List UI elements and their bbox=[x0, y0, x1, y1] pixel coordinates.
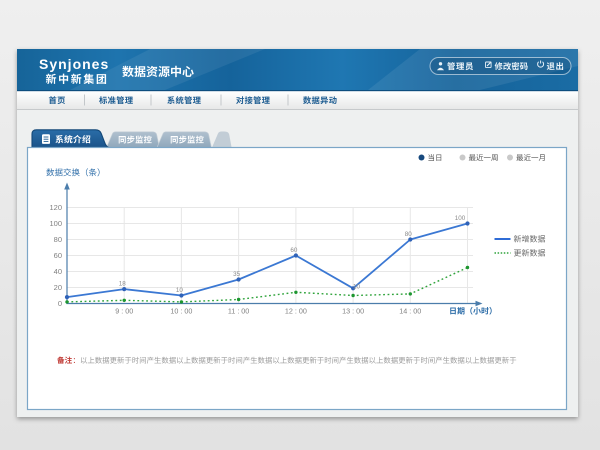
svg-text:10 : 00: 10 : 00 bbox=[170, 307, 192, 316]
svg-text:10: 10 bbox=[353, 283, 361, 290]
svg-text:100: 100 bbox=[49, 219, 62, 228]
svg-text:80: 80 bbox=[54, 235, 62, 244]
svg-text:18: 18 bbox=[119, 281, 127, 288]
svg-text:9 : 00: 9 : 00 bbox=[115, 307, 133, 316]
svg-text:10: 10 bbox=[176, 287, 184, 294]
svg-text:13 : 00: 13 : 00 bbox=[342, 307, 364, 316]
svg-text:35: 35 bbox=[233, 271, 241, 278]
svg-text:40: 40 bbox=[54, 267, 62, 276]
svg-text:60: 60 bbox=[54, 251, 62, 260]
svg-text:80: 80 bbox=[405, 231, 413, 238]
svg-text:0: 0 bbox=[58, 299, 62, 308]
svg-text:100: 100 bbox=[455, 215, 466, 222]
svg-text:120: 120 bbox=[49, 203, 62, 212]
svg-text:14 : 00: 14 : 00 bbox=[399, 307, 421, 316]
svg-text:20: 20 bbox=[54, 283, 62, 292]
svg-text:Synjones: Synjones bbox=[39, 56, 109, 72]
svg-text:60: 60 bbox=[290, 247, 298, 254]
svg-text:12 : 00: 12 : 00 bbox=[285, 307, 307, 316]
svg-text:11 : 00: 11 : 00 bbox=[228, 307, 249, 316]
